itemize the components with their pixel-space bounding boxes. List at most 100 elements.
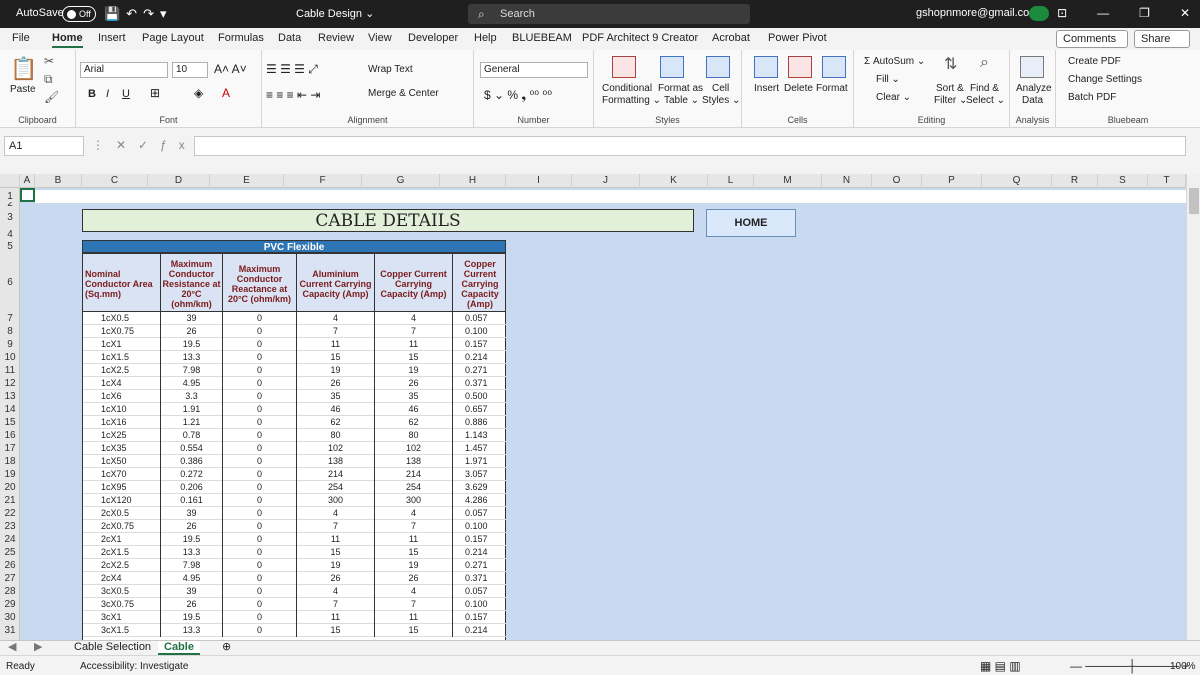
sheet-tab-cable-selection[interactable]: Cable Selection: [74, 641, 151, 655]
table-cell[interactable]: 35: [297, 390, 375, 403]
column-header-d[interactable]: D: [148, 174, 210, 188]
add-sheet-icon[interactable]: ⊕: [222, 641, 231, 655]
row-header[interactable]: 2: [0, 202, 20, 206]
table-cell[interactable]: 0.214: [453, 351, 507, 364]
row-header[interactable]: 17: [0, 442, 20, 455]
table-cell[interactable]: 7: [297, 520, 375, 533]
zoom-level[interactable]: 100%: [1170, 661, 1196, 672]
menu-tab-view[interactable]: View: [368, 32, 392, 44]
row-header[interactable]: 9: [0, 338, 20, 351]
table-cell[interactable]: 39: [161, 312, 223, 325]
table-cell[interactable]: 0.057: [453, 507, 507, 520]
table-cell[interactable]: 0: [223, 390, 297, 403]
table-cell[interactable]: 11: [297, 533, 375, 546]
autosum-button[interactable]: Σ AutoSum ⌄: [864, 56, 925, 67]
menu-tab-home[interactable]: Home: [52, 32, 83, 48]
cell-styles-label2[interactable]: Styles ⌄: [702, 95, 740, 106]
table-cell[interactable]: 1cX120: [83, 494, 161, 507]
table-cell[interactable]: 2cX0.5: [83, 507, 161, 520]
table-cell[interactable]: 7.98: [161, 364, 223, 377]
menu-tab-developer[interactable]: Developer: [408, 32, 458, 44]
column-header-n[interactable]: N: [822, 174, 872, 188]
table-cell[interactable]: 0: [223, 364, 297, 377]
row-header[interactable]: 18: [0, 455, 20, 468]
table-cell[interactable]: 15: [297, 624, 375, 637]
column-header-k[interactable]: K: [640, 174, 708, 188]
row-header[interactable]: 31: [0, 624, 20, 637]
table-cell[interactable]: 138: [375, 455, 453, 468]
table-row[interactable]: 1cX120 0.161 0 300 300 4.286: [83, 494, 507, 507]
vertical-scrollbar[interactable]: [1186, 174, 1200, 640]
table-row[interactable]: 1cX2.5 7.98 0 19 19 0.271: [83, 364, 507, 377]
table-row[interactable]: 2cX4 4.95 0 26 26 0.371: [83, 572, 507, 585]
table-cell[interactable]: 0: [223, 455, 297, 468]
table-row[interactable]: 1cX25 0.78 0 80 80 1.143: [83, 429, 507, 442]
column-header-i[interactable]: I: [506, 174, 572, 188]
borders-icon[interactable]: ⊞: [150, 86, 160, 100]
table-cell[interactable]: 1cX0.75: [83, 325, 161, 338]
table-cell[interactable]: 0.657: [453, 403, 507, 416]
table-cell[interactable]: 11: [297, 338, 375, 351]
table-cell[interactable]: 0: [223, 624, 297, 637]
table-row[interactable]: 2cX0.75 26 0 7 7 0.100: [83, 520, 507, 533]
table-cell[interactable]: 214: [297, 468, 375, 481]
find-select-icon[interactable]: ⌕: [980, 54, 989, 72]
row-header[interactable]: 19: [0, 468, 20, 481]
table-cell[interactable]: 0.161: [161, 494, 223, 507]
table-cell[interactable]: 0.100: [453, 598, 507, 611]
table-cell[interactable]: 3cX0.5: [83, 585, 161, 598]
table-row[interactable]: 2cX0.5 39 0 4 4 0.057: [83, 507, 507, 520]
table-cell[interactable]: 300: [375, 494, 453, 507]
table-cell[interactable]: 19.5: [161, 611, 223, 624]
table-cell[interactable]: 0: [223, 442, 297, 455]
table-cell[interactable]: 4: [297, 507, 375, 520]
row-header[interactable]: 13: [0, 390, 20, 403]
insert-label[interactable]: Insert: [754, 83, 779, 94]
table-cell[interactable]: 19.5: [161, 338, 223, 351]
table-cell[interactable]: 2cX1: [83, 533, 161, 546]
table-cell[interactable]: 1cX6: [83, 390, 161, 403]
table-cell[interactable]: 0.271: [453, 364, 507, 377]
table-row[interactable]: 1cX6 3.3 0 35 35 0.500: [83, 390, 507, 403]
table-cell[interactable]: 0.157: [453, 611, 507, 624]
table-cell[interactable]: 0.78: [161, 429, 223, 442]
column-header-r[interactable]: R: [1052, 174, 1098, 188]
close-icon[interactable]: ✕: [1180, 6, 1190, 20]
table-cell[interactable]: 0: [223, 429, 297, 442]
table-cell[interactable]: 3.629: [453, 481, 507, 494]
conditional-formatting-label2[interactable]: Formatting ⌄: [602, 95, 661, 106]
table-cell[interactable]: 0.886: [453, 416, 507, 429]
table-cell[interactable]: 254: [375, 481, 453, 494]
find-select-label2[interactable]: Select ⌄: [966, 95, 1005, 106]
table-cell[interactable]: 19: [375, 364, 453, 377]
table-cell[interactable]: 1.21: [161, 416, 223, 429]
cut-icon[interactable]: ✂: [44, 54, 54, 68]
tab-scroll-right-icon[interactable]: ▶: [34, 641, 42, 655]
row-header[interactable]: 7: [0, 312, 20, 325]
table-cell[interactable]: 0: [223, 559, 297, 572]
create-pdf-button[interactable]: Create PDF: [1068, 56, 1121, 67]
table-cell[interactable]: 0.272: [161, 468, 223, 481]
table-cell[interactable]: 0: [223, 533, 297, 546]
row-header[interactable]: 15: [0, 416, 20, 429]
autosave-toggle[interactable]: Off: [62, 6, 96, 22]
menu-tab-bluebeam[interactable]: BLUEBEAM: [512, 32, 572, 44]
table-cell[interactable]: 2cX4: [83, 572, 161, 585]
restore-icon[interactable]: ❐: [1139, 6, 1150, 20]
normal-view-icon[interactable]: ▦ ▤ ▥: [980, 659, 1021, 673]
minimize-icon[interactable]: —: [1097, 6, 1109, 20]
table-cell[interactable]: 214: [375, 468, 453, 481]
table-row[interactable]: 1cX70 0.272 0 214 214 3.057: [83, 468, 507, 481]
row-header[interactable]: 8: [0, 325, 20, 338]
table-cell[interactable]: 0.157: [453, 338, 507, 351]
fill-button[interactable]: Fill ⌄: [876, 74, 900, 85]
table-cell[interactable]: 7: [297, 325, 375, 338]
home-button[interactable]: HOME: [706, 209, 796, 237]
table-cell[interactable]: 1cX2.5: [83, 364, 161, 377]
table-cell[interactable]: 4: [297, 585, 375, 598]
table-cell[interactable]: 0: [223, 520, 297, 533]
formula-input[interactable]: [194, 136, 1186, 156]
row-header[interactable]: 22: [0, 507, 20, 520]
menu-tab-help[interactable]: Help: [474, 32, 497, 44]
table-cell[interactable]: 46: [297, 403, 375, 416]
